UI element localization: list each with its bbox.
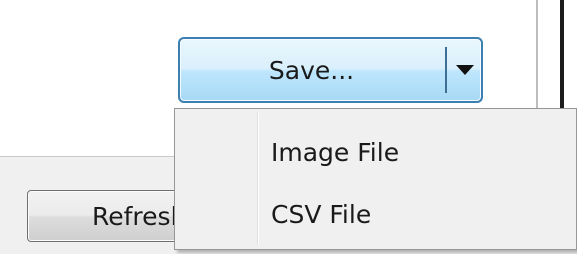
save-dropdown-toggle[interactable] [449, 39, 481, 101]
chevron-down-icon [456, 65, 474, 75]
split-separator [445, 47, 447, 93]
pane-divider [536, 0, 538, 110]
save-dropdown-menu: Image File CSV File [174, 108, 577, 250]
menu-item-csv-file[interactable]: CSV File [179, 185, 571, 243]
save-split-button: Save... [178, 37, 483, 103]
pane-border [560, 0, 564, 110]
menu-item-image-file[interactable]: Image File [179, 123, 571, 181]
save-button[interactable]: Save... [180, 39, 443, 101]
